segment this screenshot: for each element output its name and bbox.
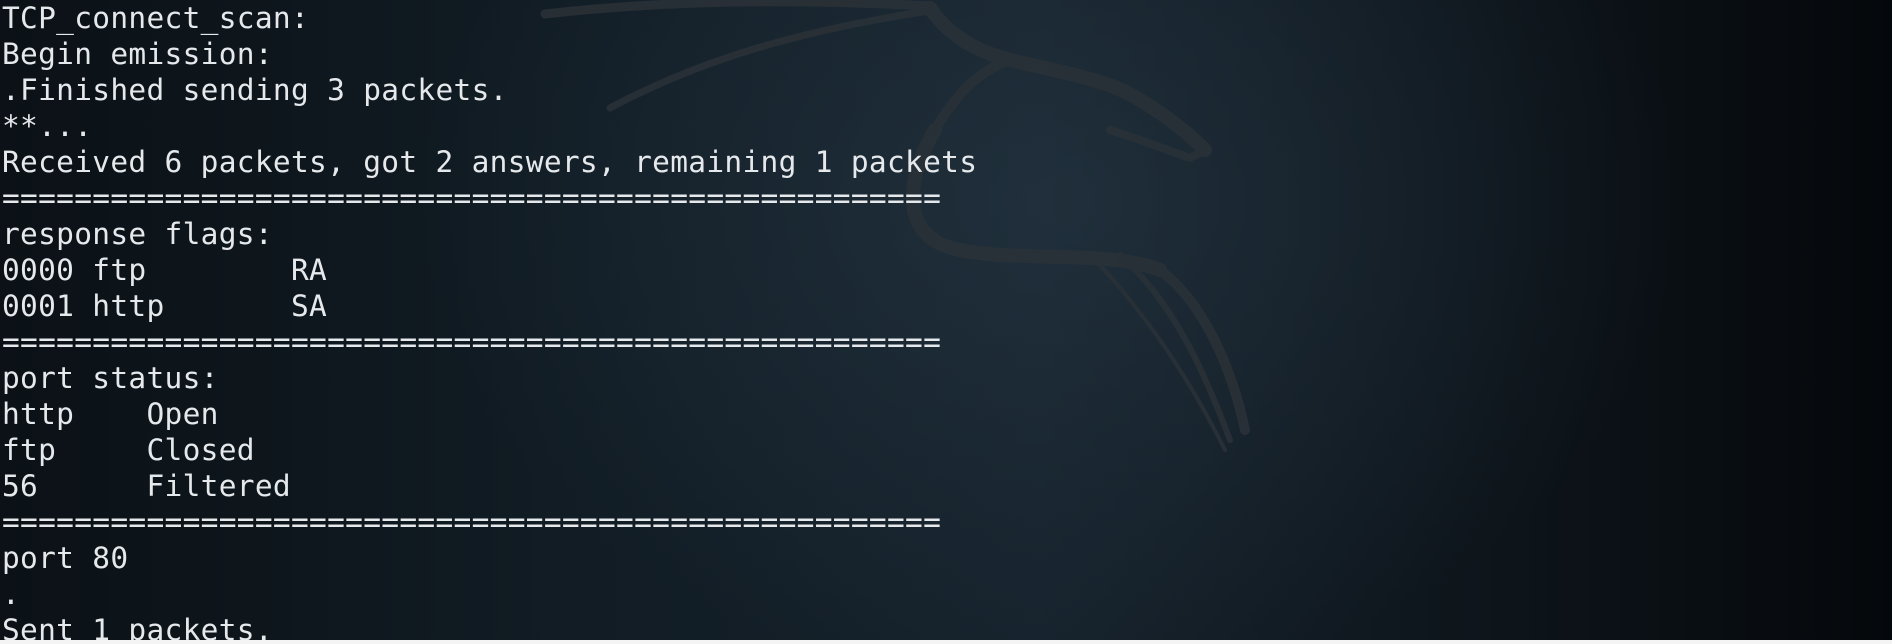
output-line: ftp Closed — [2, 433, 255, 467]
output-line: 56 Filtered — [2, 469, 291, 503]
separator-line: ========================================… — [2, 325, 942, 359]
terminal-window[interactable]: TCP_connect_scan: Begin emission: .Finishe… — [0, 0, 1892, 644]
window-bottom-edge — [0, 640, 1892, 644]
terminal-output[interactable]: TCP_connect_scan: Begin emission: .Finishe… — [2, 0, 1882, 644]
output-line: port status: — [2, 361, 219, 395]
output-line: response flags: — [2, 217, 273, 251]
output-line: TCP_connect_scan: — [2, 1, 310, 35]
separator-line: ========================================… — [2, 181, 942, 215]
output-line: port 80 — [2, 541, 129, 575]
output-line: 0001 http SA — [2, 289, 328, 323]
output-line: Received 6 packets, got 2 answers, remai… — [2, 145, 978, 179]
output-line: 0000 ftp RA — [2, 253, 328, 287]
separator-line: ========================================… — [2, 505, 942, 539]
output-line: .Finished sending 3 packets. — [2, 73, 508, 107]
output-line: . — [2, 577, 21, 611]
output-line: **... — [2, 109, 93, 143]
output-line: http Open — [2, 397, 219, 431]
output-line: Begin emission: — [2, 37, 273, 71]
